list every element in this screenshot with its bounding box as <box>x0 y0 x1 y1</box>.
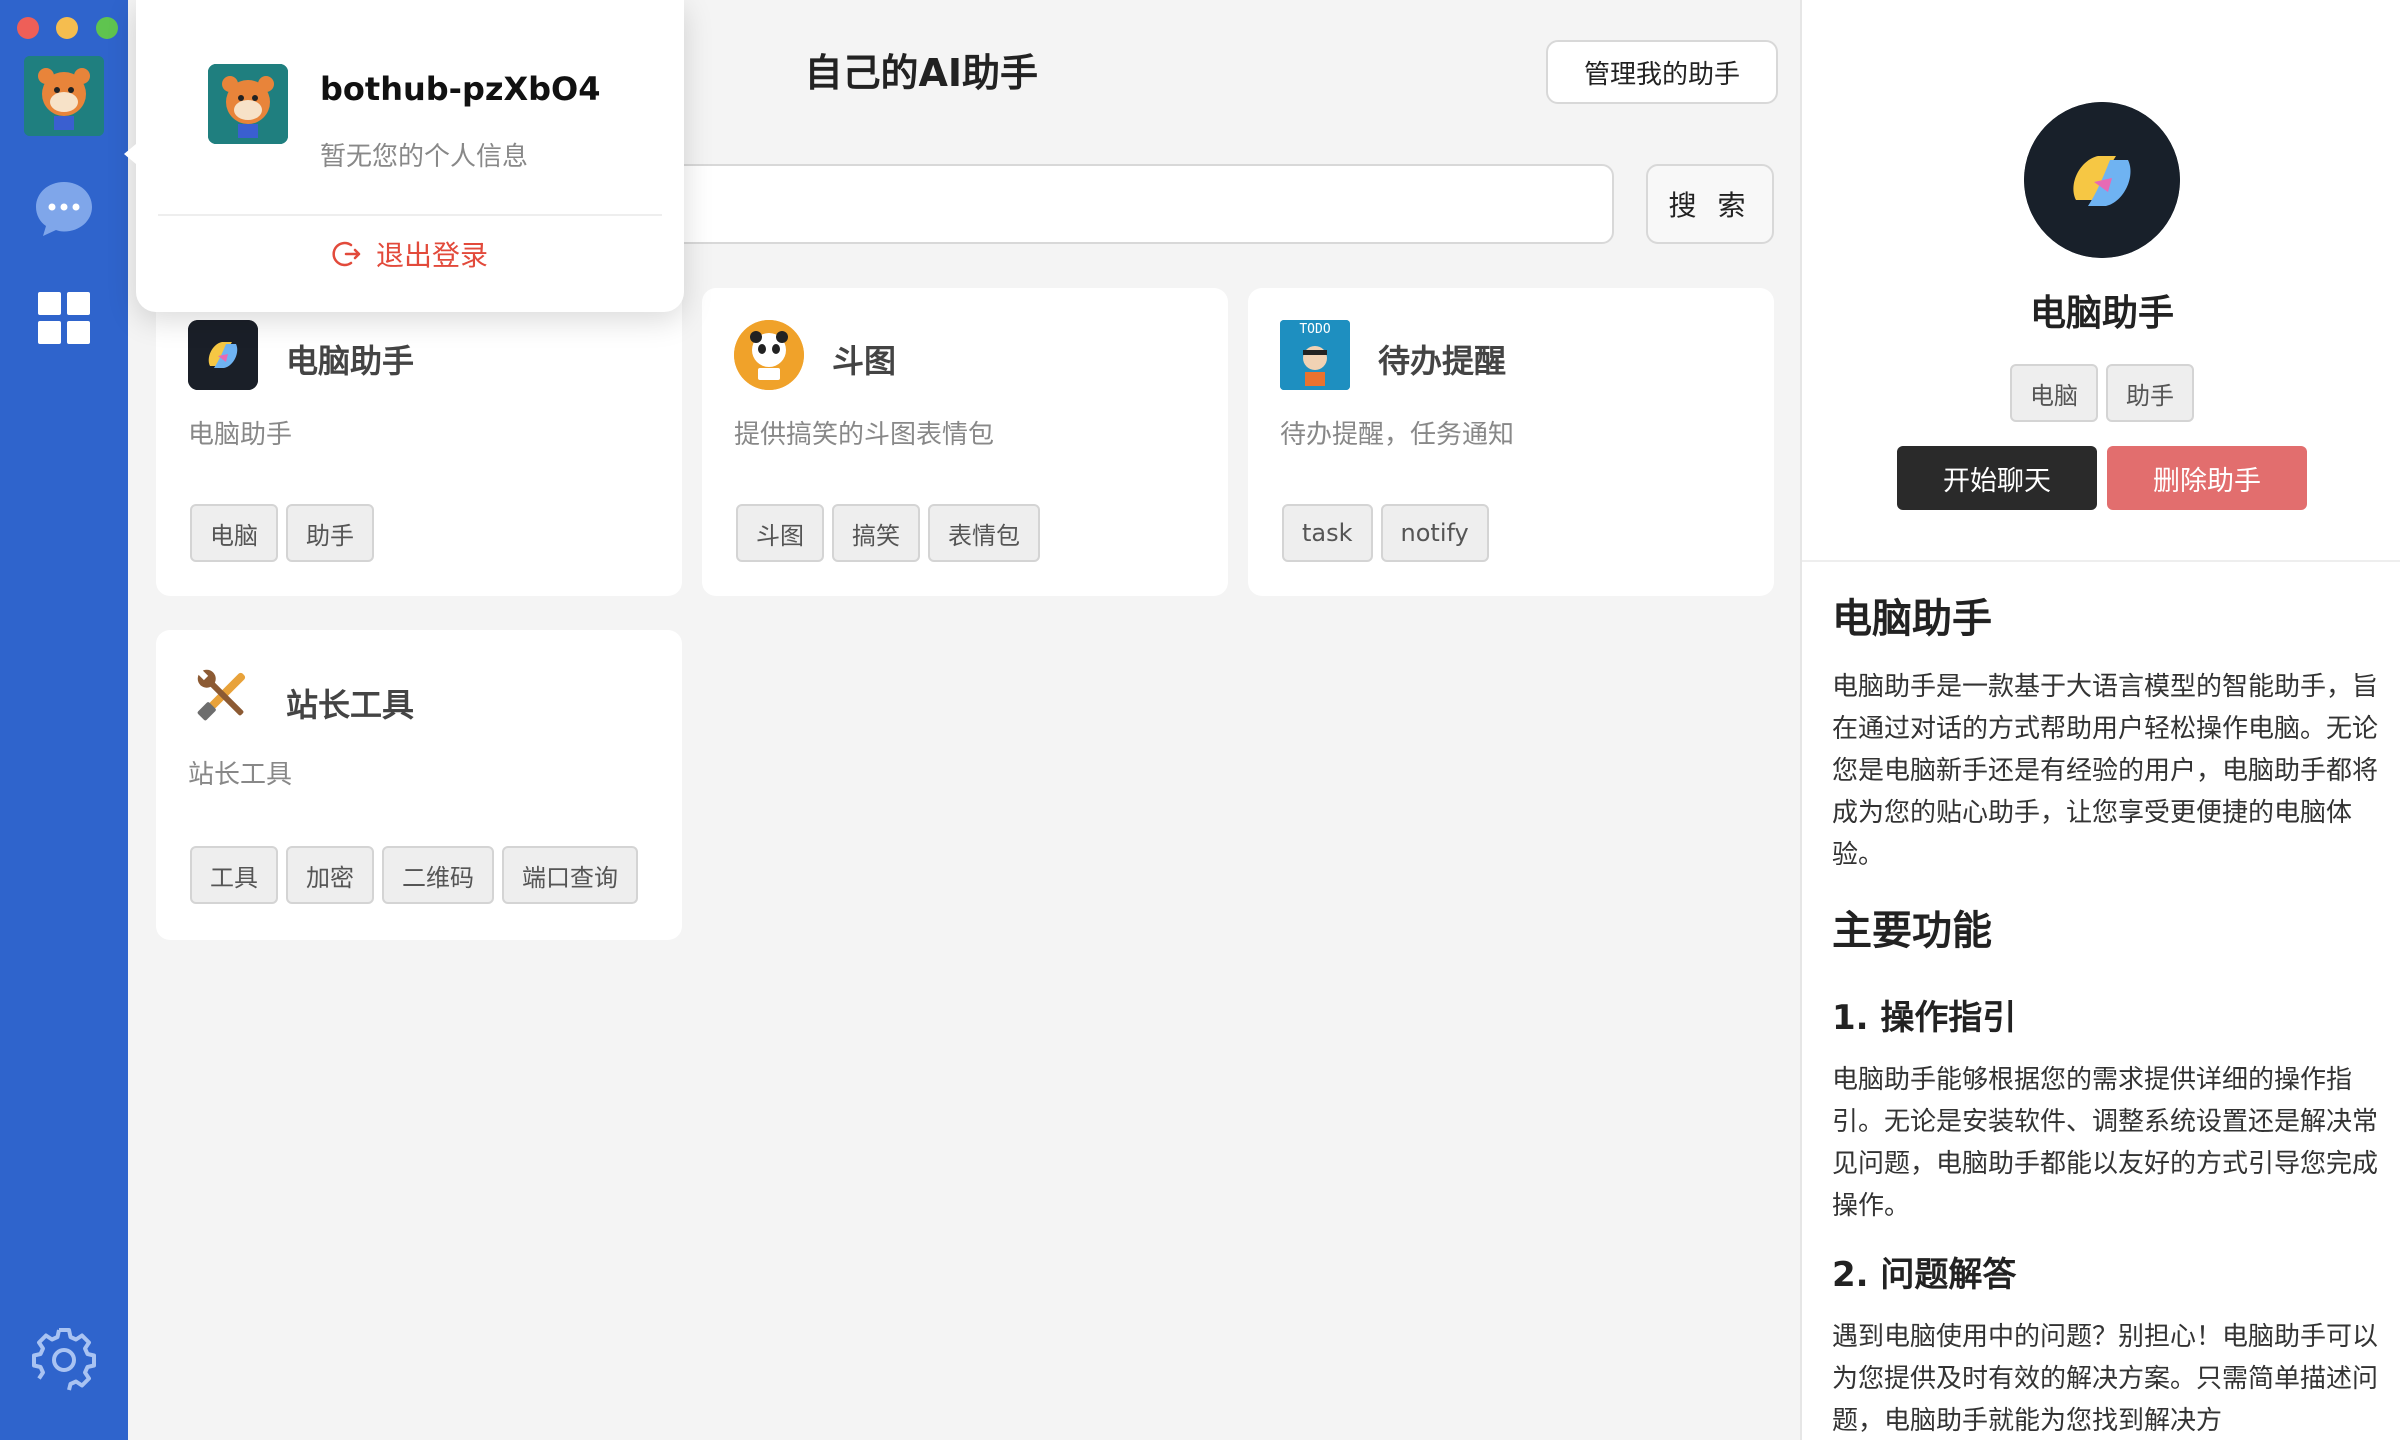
assistant-desc: 待办提醒，任务通知 <box>1280 420 1515 450</box>
assistant-desc: 电脑助手 <box>188 420 293 450</box>
doc-heading: 主要功能 <box>1832 908 1992 954</box>
tag-list: 电脑 助手 <box>190 504 374 562</box>
tag: notify <box>1380 504 1489 562</box>
assistant-desc: 站长工具 <box>188 760 293 790</box>
manage-assistants-button[interactable]: 管理我的助手 <box>1546 40 1778 104</box>
tag: 表情包 <box>928 504 1040 562</box>
gear-icon <box>32 1328 96 1391</box>
logout-button[interactable]: 退出登录 <box>136 232 684 276</box>
window-maximize-button[interactable] <box>96 17 118 39</box>
search-button[interactable]: 搜 索 <box>1646 164 1774 244</box>
tag: 搞笑 <box>832 504 920 562</box>
copilot-logo-icon <box>188 320 258 390</box>
tag: 电脑 <box>2010 364 2098 422</box>
copilot-logo-icon <box>2024 102 2180 258</box>
assistant-readme: 电脑助手 电脑助手是一款基于大语言模型的智能助手，旨在通过对话的方式帮助用户轻松… <box>1832 586 2380 1440</box>
avatar-cartoon-icon <box>24 56 104 136</box>
tag: 工具 <box>190 846 278 904</box>
user-popover: bothub-pzXbO4 暂无您的个人信息 退出登录 <box>124 0 684 312</box>
assistant-name: 斗图 <box>832 342 897 380</box>
window-close-button[interactable] <box>17 17 39 39</box>
assistant-desc: 提供搞笑的斗图表情包 <box>734 420 995 450</box>
avatar-cartoon-icon <box>208 64 288 144</box>
user-avatar[interactable] <box>24 56 104 136</box>
tag: 端口查询 <box>502 846 638 904</box>
assistant-card-webmaster[interactable]: 站长工具 站长工具 工具 加密 二维码 端口查询 <box>156 630 682 940</box>
tag: 加密 <box>286 846 374 904</box>
doc-subheading: 1. 操作指引 <box>1832 998 2017 1038</box>
delete-assistant-button[interactable]: 删除助手 <box>2107 446 2307 510</box>
logout-icon <box>332 241 361 267</box>
logout-label: 退出登录 <box>375 239 488 272</box>
tag-list: 斗图 搞笑 表情包 <box>736 504 1040 562</box>
nav-chat-item[interactable] <box>32 176 96 240</box>
nav-assistants-item[interactable] <box>36 290 92 346</box>
popover-username: bothub-pzXbO4 <box>320 70 601 108</box>
assistant-name: 待办提醒 <box>1378 342 1507 380</box>
assistant-card-todo[interactable]: TODO 待办提醒 待办提醒，任务通知 task notify <box>1248 288 1774 596</box>
tag: 助手 <box>286 504 374 562</box>
nav-settings-item[interactable] <box>32 1328 96 1392</box>
assistant-name: 电脑助手 <box>286 342 415 380</box>
assistant-card-computer[interactable]: 电脑助手 电脑助手 电脑 助手 <box>156 288 682 596</box>
assistant-card-doutu[interactable]: 斗图 提供搞笑的斗图表情包 斗图 搞笑 表情包 <box>702 288 1228 596</box>
detail-avatar <box>2024 102 2180 258</box>
popover-arrow <box>124 144 136 164</box>
doc-heading: 电脑助手 <box>1832 596 1992 642</box>
panda-meme-icon <box>734 320 804 390</box>
tag: 助手 <box>2106 364 2194 422</box>
chat-bubble-icon <box>36 182 92 236</box>
tag: task <box>1282 504 1373 562</box>
tag-list: 工具 加密 二维码 端口查询 <box>190 846 638 904</box>
start-chat-button[interactable]: 开始聊天 <box>1897 446 2097 510</box>
doc-paragraph: 电脑助手是一款基于大语言模型的智能助手，旨在通过对话的方式帮助用户轻松操作电脑。… <box>1832 672 2379 870</box>
sidebar <box>0 0 128 1440</box>
popover-avatar <box>208 64 288 144</box>
todo-icon-label: TODO <box>1299 322 1331 337</box>
doc-paragraph: 遇到电脑使用中的问题？别担心！电脑助手可以为您提供及时有效的解决方案。只需简单描… <box>1832 1322 2379 1436</box>
divider <box>158 214 662 216</box>
assistant-name: 站长工具 <box>286 686 415 724</box>
window-minimize-button[interactable] <box>56 17 78 39</box>
doc-paragraph: 电脑助手能够根据您的需求提供详细的操作指引。无论是安装软件、调整系统设置还是解决… <box>1832 1065 2379 1221</box>
todo-icon: TODO <box>1280 320 1350 390</box>
detail-title: 电脑助手 <box>2029 293 2174 334</box>
tag: 二维码 <box>382 846 494 904</box>
popover-user-info: 暂无您的个人信息 <box>320 142 529 172</box>
detail-tag-list: 电脑 助手 <box>1802 364 2400 422</box>
tag: 电脑 <box>190 504 278 562</box>
tools-icon <box>188 660 258 730</box>
detail-actions: 开始聊天 删除助手 <box>1802 446 2400 510</box>
divider <box>1802 560 2400 562</box>
assistant-detail-panel: 电脑助手 电脑 助手 开始聊天 删除助手 电脑助手 电脑助手是一款基于大语言模型… <box>1800 0 2400 1440</box>
doc-subheading: 2. 问题解答 <box>1832 1255 2017 1295</box>
tag-list: task notify <box>1282 504 1489 562</box>
grid-icon <box>38 292 90 344</box>
tag: 斗图 <box>736 504 824 562</box>
